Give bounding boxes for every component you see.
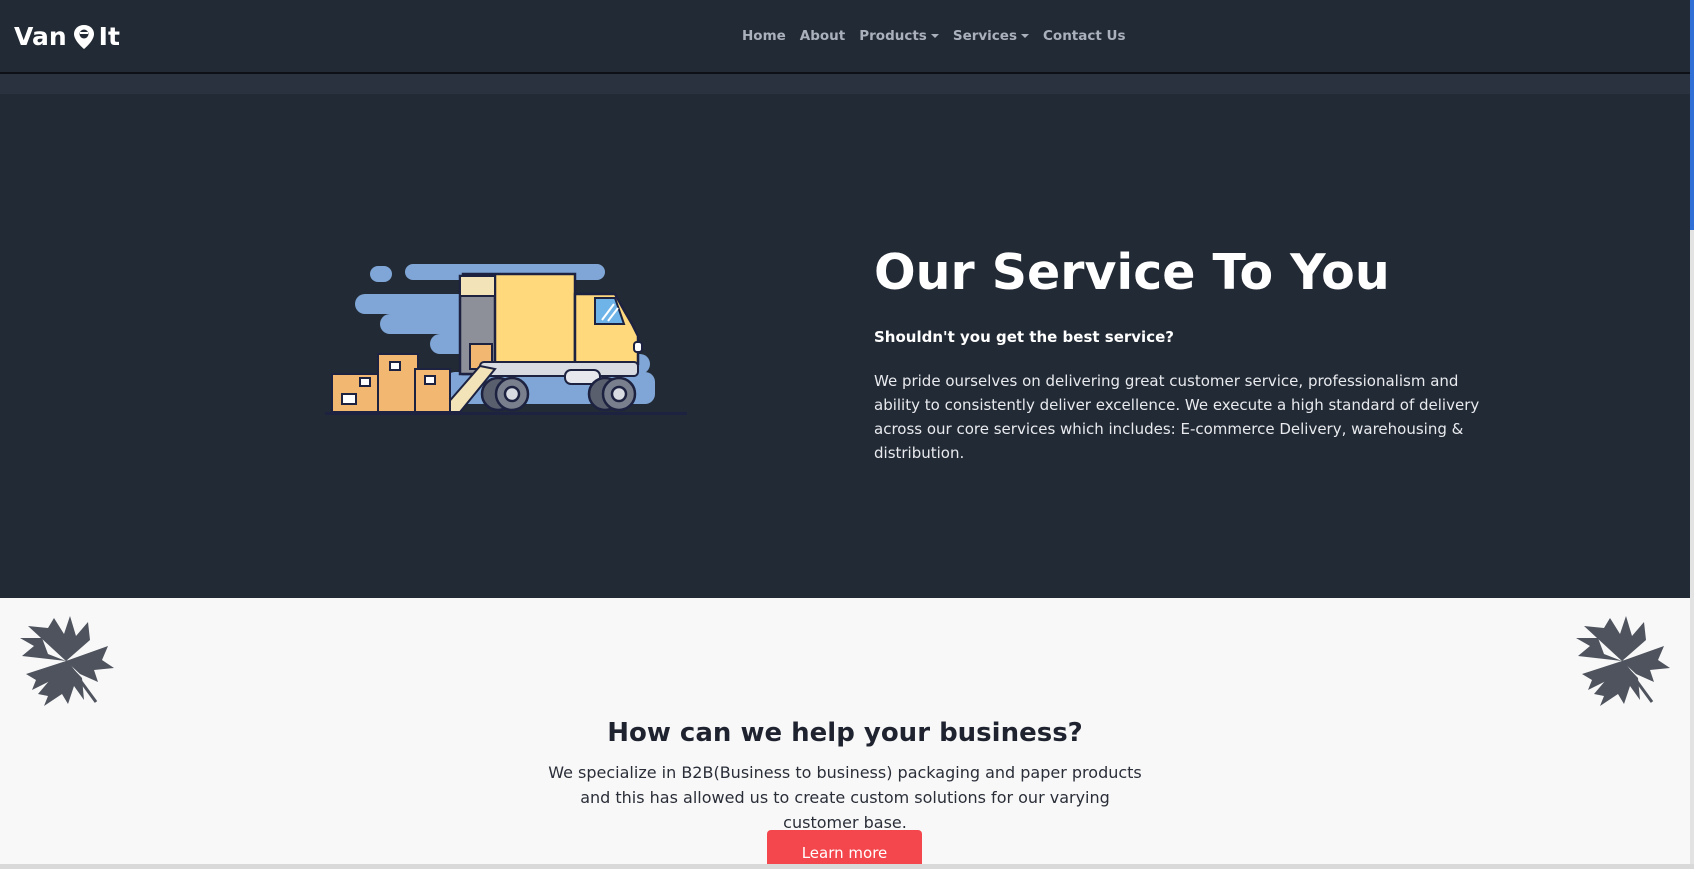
help-section: How can we help your business? We specia…	[0, 598, 1690, 864]
delivery-truck-illustration	[320, 254, 690, 424]
navbar: Van It Home About Products Services Cont…	[0, 0, 1690, 74]
hero-section: Our Service To You Shouldn't you get the…	[0, 94, 1690, 598]
help-title: How can we help your business?	[607, 718, 1083, 748]
nav-home[interactable]: Home	[735, 28, 793, 44]
help-description: We specialize in B2B(Business to busines…	[548, 763, 1142, 832]
learn-more-button[interactable]: Learn more	[767, 830, 922, 864]
hero-title: Our Service To You	[874, 244, 1390, 301]
nav-products-label: Products	[859, 28, 927, 44]
nav-subbar	[0, 74, 1690, 94]
brand-logo[interactable]: Van It	[14, 22, 120, 51]
leaf-decoration-icon	[1574, 616, 1670, 706]
nav-services-dropdown[interactable]: Services	[946, 28, 1036, 44]
hero-subtitle: Shouldn't you get the best service?	[874, 328, 1174, 346]
viewport-bottom-border	[0, 864, 1694, 869]
nav-services-label: Services	[952, 28, 1018, 44]
brand-name-right: It	[98, 22, 120, 51]
hero-description: We pride ourselves on delivering great c…	[874, 372, 1480, 462]
map-pin-icon	[73, 24, 95, 50]
leaf-decoration-icon	[18, 616, 114, 706]
brand-name-left: Van	[14, 22, 67, 51]
page: Van It Home About Products Services Cont…	[0, 0, 1690, 864]
main-nav: Home About Products Services Contact Us	[735, 0, 1133, 72]
nav-about[interactable]: About	[793, 28, 852, 44]
caret-down-icon	[930, 34, 939, 38]
scrollbar-thumb[interactable]	[1690, 0, 1694, 230]
caret-down-icon	[1021, 34, 1030, 38]
nav-products-dropdown[interactable]: Products	[852, 28, 946, 44]
nav-contact[interactable]: Contact Us	[1036, 28, 1133, 44]
